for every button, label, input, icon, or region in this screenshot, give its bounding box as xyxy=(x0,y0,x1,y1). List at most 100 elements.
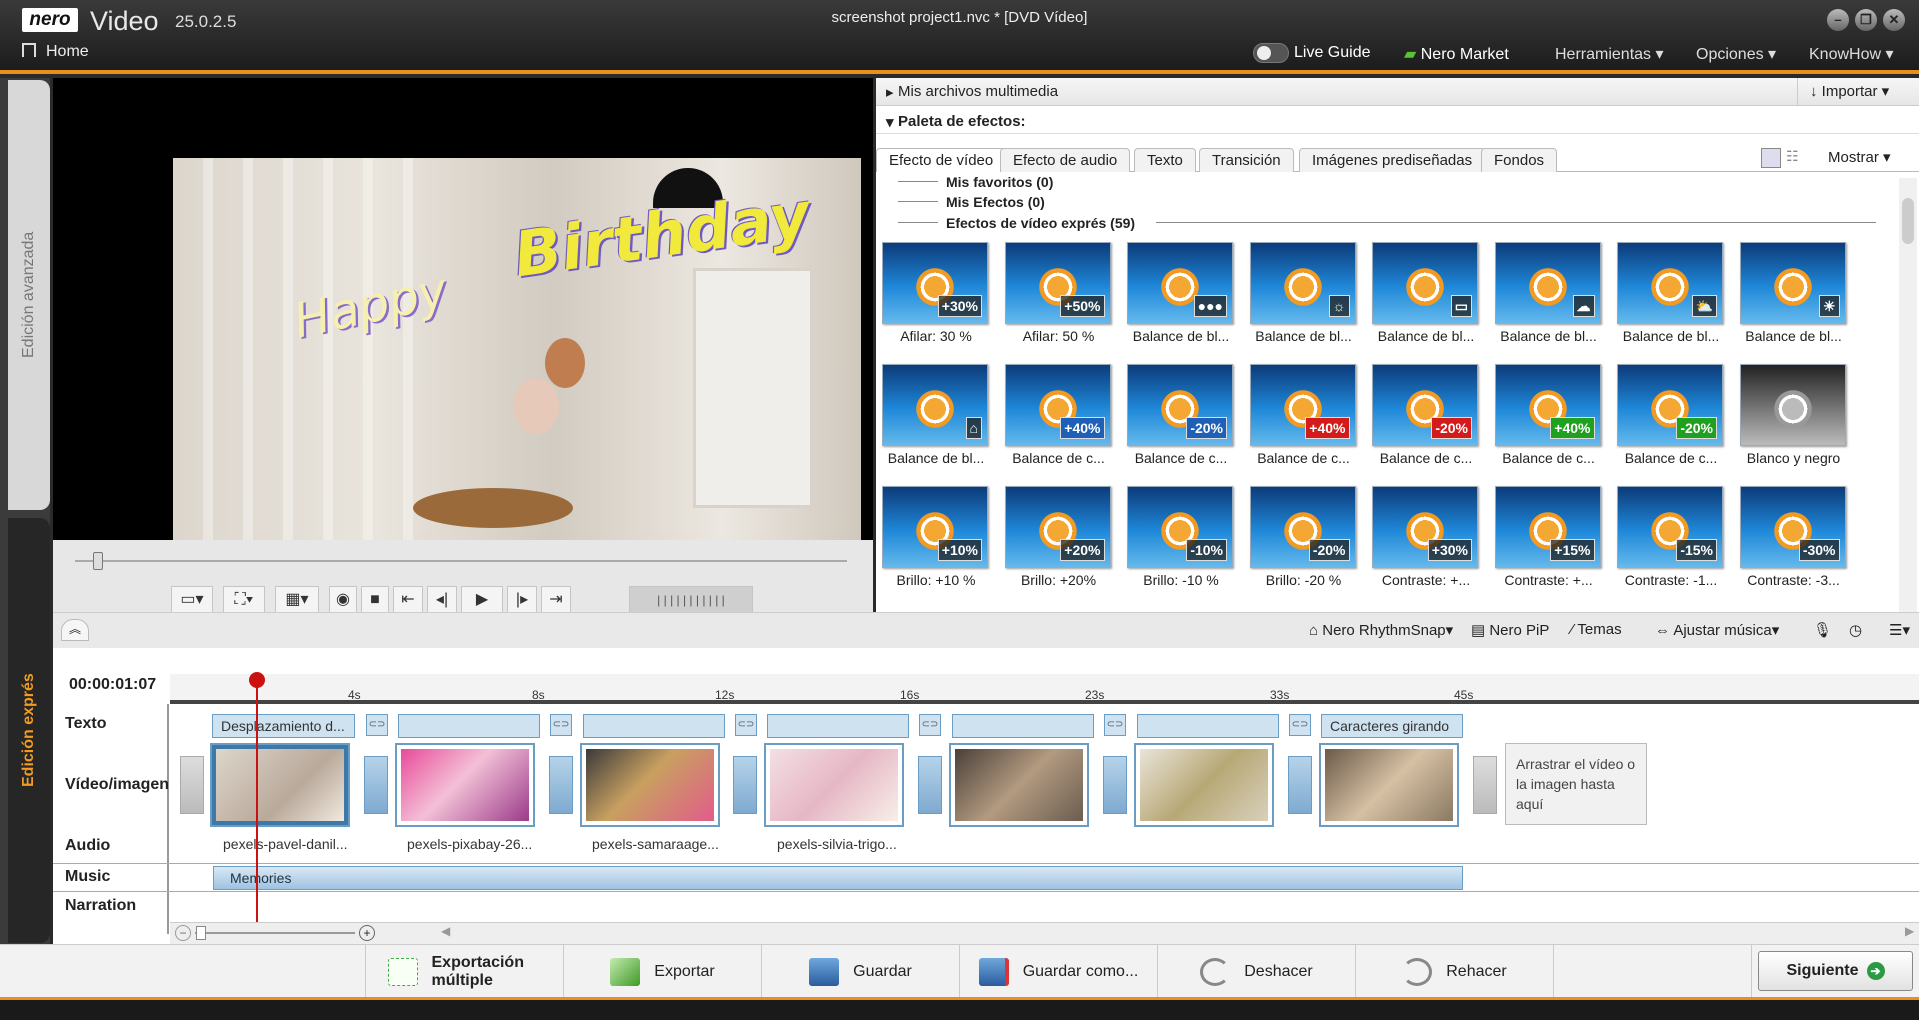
drop-zone[interactable]: Arrastrar el vídeo o la imagen hasta aqu… xyxy=(1505,743,1647,825)
effect-tile[interactable]: +30% Contraste: +... xyxy=(1372,486,1480,588)
scroll-right-icon[interactable]: ▶ xyxy=(1905,924,1914,938)
text-transition-icon[interactable]: ⊂⊃ xyxy=(919,714,941,736)
effect-tile[interactable]: ☁ Balance de bl... xyxy=(1494,242,1603,344)
redo-button[interactable]: Rehacer xyxy=(1356,945,1554,998)
go-start-icon[interactable]: ⇤ xyxy=(393,586,423,614)
tab-express-editing[interactable]: Edición exprés xyxy=(8,518,50,943)
text-transition-icon[interactable]: ⊂⊃ xyxy=(735,714,757,736)
playhead[interactable] xyxy=(256,674,258,922)
category-my-effects[interactable]: Mis Efectos (0) xyxy=(946,194,1045,210)
time-ruler[interactable]: 4s 8s 12s 16s 23s 33s 45s xyxy=(170,674,1919,704)
minimize-button[interactable]: – xyxy=(1827,9,1849,31)
snapshot-icon[interactable]: ◉ xyxy=(329,586,357,614)
effect-tile[interactable]: +40% Balance de c... xyxy=(1249,364,1358,466)
transition-slot[interactable] xyxy=(733,756,757,814)
video-clip[interactable] xyxy=(210,743,350,827)
microphone-icon[interactable]: 🎙 xyxy=(1813,621,1832,639)
effect-tile[interactable]: +40% Balance de c... xyxy=(1004,364,1113,466)
video-clip[interactable] xyxy=(1134,743,1274,827)
go-end-icon[interactable]: ⇥ xyxy=(541,586,571,614)
grid-view-icon[interactable] xyxy=(1761,148,1781,168)
effect-tile[interactable]: ☼ Balance de bl... xyxy=(1249,242,1358,344)
my-media-bar[interactable]: ▸ Mis archivos multimedia ↓ Importar ▾ xyxy=(876,78,1919,106)
live-guide-label[interactable]: Live Guide xyxy=(1294,44,1371,62)
text-clip[interactable] xyxy=(1137,714,1279,738)
settings-menu-icon[interactable]: ☰▾ xyxy=(1889,621,1910,639)
zoom-slider-handle[interactable] xyxy=(196,926,206,940)
effect-tile[interactable]: -20% Balance de c... xyxy=(1617,364,1725,466)
text-transition-icon[interactable]: ⊂⊃ xyxy=(550,714,572,736)
video-clip[interactable] xyxy=(949,743,1089,827)
effect-tile[interactable]: +50% Afilar: 50 % xyxy=(1004,242,1113,344)
import-button[interactable]: ↓ Importar ▾ xyxy=(1797,78,1919,106)
transition-slot[interactable] xyxy=(364,756,388,814)
text-clip[interactable] xyxy=(583,714,725,738)
save-as-button[interactable]: Guardar como... xyxy=(960,945,1158,998)
video-clip[interactable] xyxy=(764,743,904,827)
prev-frame-icon[interactable]: ◂| xyxy=(427,586,457,614)
transition-slot[interactable] xyxy=(1288,756,1312,814)
effect-tile[interactable]: ●●● Balance de bl... xyxy=(1127,242,1235,344)
export-button[interactable]: Exportar xyxy=(564,945,762,998)
effect-tile[interactable]: -10% Brillo: -10 % xyxy=(1127,486,1235,588)
effect-tile[interactable]: -20% Brillo: -20 % xyxy=(1249,486,1358,588)
effect-tile[interactable]: +20% Brillo: +20% xyxy=(1004,486,1113,588)
nero-market-button[interactable]: ▰ Nero Market xyxy=(1404,44,1509,64)
video-clip[interactable] xyxy=(580,743,720,827)
themes-button[interactable]: ⁄ Temas xyxy=(1571,621,1622,638)
effect-tile[interactable]: -20% Balance de c... xyxy=(1372,364,1480,466)
transition-slot[interactable] xyxy=(1473,756,1497,814)
video-preview[interactable]: Happy Birthday xyxy=(53,78,873,615)
list-view-icon[interactable]: ☷ xyxy=(1786,148,1806,168)
effect-tile[interactable]: +15% Contraste: +... xyxy=(1494,486,1603,588)
transition-slot[interactable] xyxy=(918,756,942,814)
display-mode-button[interactable]: ▭▾ xyxy=(171,586,213,614)
text-clip[interactable]: Desplazamiento d... xyxy=(212,714,355,738)
text-transition-icon[interactable]: ⊂⊃ xyxy=(366,714,388,736)
zoom-in-icon[interactable]: + xyxy=(359,925,375,941)
fit-music-button[interactable]: ⇔ Ajustar música▾ xyxy=(1655,621,1779,639)
effect-tile[interactable]: ⌂ Balance de bl... xyxy=(882,364,990,466)
tab-backgrounds[interactable]: Fondos xyxy=(1481,148,1558,172)
effect-tile[interactable]: -30% Contraste: -3... xyxy=(1739,486,1848,588)
save-button[interactable]: Guardar xyxy=(762,945,960,998)
live-guide-toggle[interactable] xyxy=(1253,43,1289,63)
scroll-left-icon[interactable]: ◀ xyxy=(441,924,450,938)
effect-tile[interactable]: -15% Contraste: -1... xyxy=(1617,486,1725,588)
effect-tile[interactable]: Blanco y negro xyxy=(1739,364,1848,466)
rhythmsnap-button[interactable]: ⌂ Nero RhythmSnap▾ xyxy=(1309,621,1453,639)
effects-scrollbar[interactable] xyxy=(1899,178,1917,612)
video-clip[interactable] xyxy=(395,743,535,827)
transition-slot[interactable] xyxy=(549,756,573,814)
timer-icon[interactable]: ◷ xyxy=(1849,621,1862,639)
text-transition-icon[interactable]: ⊂⊃ xyxy=(1289,714,1311,736)
home-link[interactable]: Home xyxy=(22,43,89,61)
menu-herramientas[interactable]: Herramientas ▾ xyxy=(1555,44,1664,64)
next-frame-icon[interactable]: |▸ xyxy=(507,586,537,614)
music-clip[interactable]: Memories xyxy=(213,866,1463,890)
tab-advanced-editing[interactable]: Edición avanzada xyxy=(8,80,50,510)
zoom-out-icon[interactable]: − xyxy=(175,925,191,941)
play-icon[interactable]: ▶ xyxy=(461,586,503,614)
category-favorites[interactable]: Mis favoritos (0) xyxy=(946,174,1053,190)
seek-handle[interactable] xyxy=(93,552,103,570)
tab-text[interactable]: Texto xyxy=(1134,148,1196,172)
video-clip[interactable] xyxy=(1319,743,1459,827)
pip-button[interactable]: ▤ Nero PiP xyxy=(1471,621,1549,639)
zoom-slider-track[interactable] xyxy=(195,932,355,934)
effect-tile[interactable]: ⛅ Balance de bl... xyxy=(1617,242,1725,344)
scroll-thumb[interactable] xyxy=(1902,198,1914,244)
effect-tile[interactable]: +30% Afilar: 30 % xyxy=(882,242,990,344)
effect-tile[interactable]: ☀ Balance de bl... xyxy=(1739,242,1848,344)
transition-slot[interactable] xyxy=(180,756,204,814)
text-clip[interactable] xyxy=(767,714,909,738)
effect-tile[interactable]: -20% Balance de c... xyxy=(1127,364,1235,466)
text-clip[interactable]: Caracteres girando xyxy=(1321,714,1463,738)
text-clip[interactable] xyxy=(952,714,1094,738)
transition-slot[interactable] xyxy=(1103,756,1127,814)
jog-wheel[interactable]: | | | | | | | | | | | xyxy=(629,586,753,614)
aspect-button[interactable]: ▦▾ xyxy=(275,586,319,614)
tab-video-effects[interactable]: Efecto de vídeo xyxy=(876,148,1007,172)
tab-clipart[interactable]: Imágenes prediseñadas xyxy=(1299,148,1486,172)
text-clip[interactable] xyxy=(398,714,540,738)
